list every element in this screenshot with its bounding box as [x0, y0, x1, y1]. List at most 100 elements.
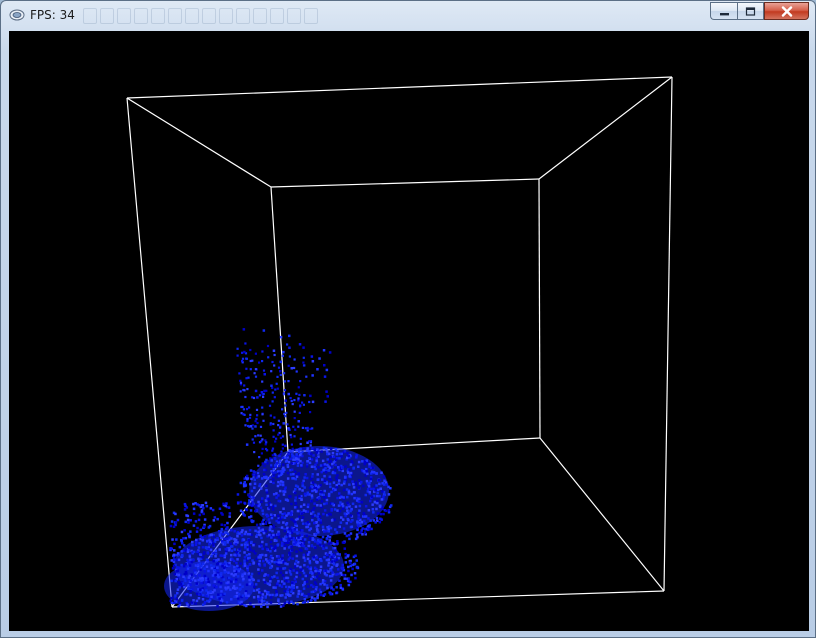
particle: [230, 578, 234, 581]
particle: [375, 484, 378, 487]
particle: [316, 473, 319, 476]
particle: [179, 583, 183, 586]
minimize-button[interactable]: [710, 2, 737, 20]
particle: [268, 533, 271, 537]
particle: [248, 499, 251, 502]
particle: [252, 605, 256, 608]
particle: [200, 536, 204, 539]
particle: [236, 564, 239, 568]
particle: [230, 549, 234, 552]
particle: [313, 566, 317, 570]
particle: [260, 536, 263, 540]
particle: [236, 347, 239, 350]
particle: [329, 478, 333, 481]
particle: [281, 354, 284, 357]
particle: [375, 516, 379, 520]
particle: [323, 463, 327, 466]
particle: [271, 478, 275, 481]
particle: [310, 452, 313, 455]
particle: [325, 498, 329, 502]
box-edge: [538, 178, 541, 439]
particle: [234, 580, 237, 583]
particle: [260, 452, 263, 455]
particle: [215, 563, 219, 566]
particle: [310, 596, 314, 599]
particle: [323, 555, 326, 559]
particle: [227, 571, 230, 574]
particle: [378, 520, 382, 524]
particle: [294, 562, 297, 566]
particle: [208, 598, 212, 602]
particle: [301, 544, 305, 547]
box-edge: [270, 178, 540, 188]
particle: [302, 503, 306, 506]
particle: [327, 561, 331, 564]
particle: [287, 546, 291, 549]
particle: [334, 488, 337, 491]
particle: [361, 460, 364, 463]
close-button[interactable]: [764, 2, 809, 20]
particle: [299, 442, 302, 446]
particle: [242, 408, 245, 411]
particle: [333, 563, 336, 566]
particle: [272, 435, 275, 438]
particle: [248, 553, 251, 556]
particle: [306, 510, 310, 513]
particle: [309, 477, 313, 481]
particle: [207, 569, 210, 573]
particle: [288, 494, 291, 498]
particle: [281, 483, 285, 487]
particle: [279, 571, 283, 574]
particle: [260, 544, 263, 548]
particle: [257, 472, 260, 475]
particle: [248, 416, 252, 419]
particle: [337, 466, 340, 469]
particle: [223, 554, 227, 557]
particle: [288, 528, 291, 531]
particle: [318, 497, 321, 500]
particle: [314, 467, 317, 471]
particle: [349, 564, 352, 568]
particle: [319, 582, 322, 586]
particle: [238, 547, 241, 551]
scene-canvas[interactable]: [9, 31, 809, 631]
particle: [264, 522, 268, 525]
particle: [331, 451, 335, 455]
particle: [287, 541, 290, 544]
particle: [251, 577, 254, 581]
maximize-button[interactable]: [737, 2, 764, 20]
particle: [241, 357, 245, 360]
particle: [279, 459, 282, 463]
particle: [261, 350, 264, 353]
particle: [261, 509, 264, 512]
particle: [243, 514, 246, 517]
particle: [295, 460, 299, 463]
particle: [324, 470, 328, 474]
render-viewport[interactable]: [9, 31, 809, 631]
particle: [311, 374, 314, 377]
particle: [301, 489, 304, 492]
particle: [186, 592, 189, 596]
particle: [299, 565, 302, 569]
particle: [290, 436, 293, 439]
particle: [328, 555, 332, 559]
particle: [316, 368, 319, 371]
particle: [372, 511, 375, 514]
particle: [169, 524, 173, 528]
particle: [332, 554, 336, 558]
title-bar[interactable]: FPS: 34: [1, 1, 815, 47]
app-icon[interactable]: [9, 7, 25, 23]
particle: [364, 527, 367, 531]
particle: [334, 528, 337, 531]
particle: [288, 334, 291, 338]
particle: [261, 413, 264, 416]
particle: [296, 595, 299, 598]
particle: [233, 595, 236, 599]
particle: [289, 513, 292, 517]
particle: [313, 521, 316, 525]
particle: [336, 496, 339, 500]
particle: [260, 500, 263, 503]
particle: [290, 590, 293, 593]
particle: [295, 524, 299, 528]
particle: [205, 565, 209, 568]
